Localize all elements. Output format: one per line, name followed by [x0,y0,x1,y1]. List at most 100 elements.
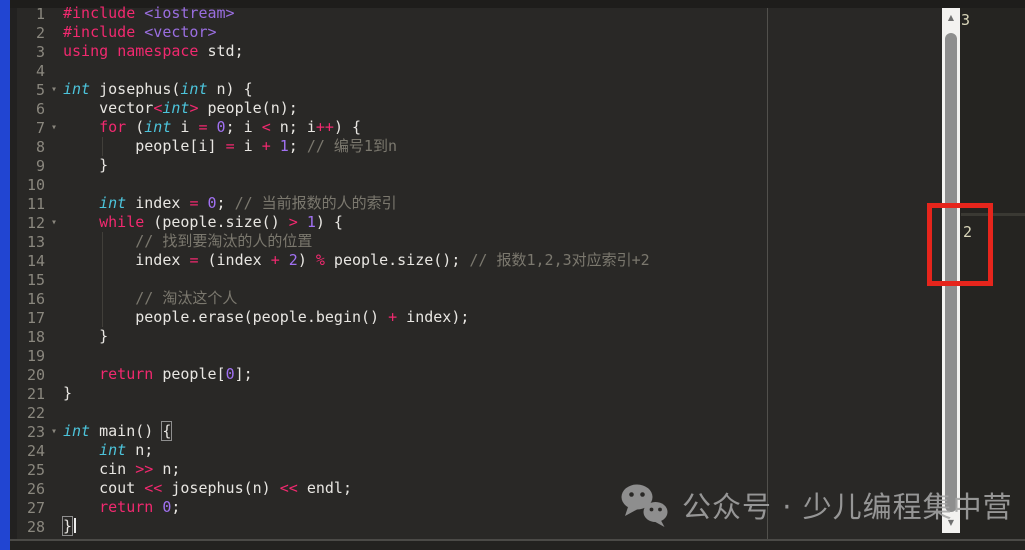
gutter: 1 2 3 4 5 ▾ 6 7 ▾ 8 9 10 11 12 ▾ 13 14 15 16 17 18 19 20 21 22 23… [17,4,63,536]
code-token: people.erase(people.begin() [63,308,389,326]
code-line[interactable] [63,270,650,289]
gutter-row: 8 [17,137,63,156]
code-line[interactable]: return 0; [63,498,650,517]
code-line[interactable]: int n; [63,441,650,460]
code-token: 2 [288,251,298,269]
code-line[interactable] [63,61,650,80]
code-line[interactable]: people.erase(people.begin() + index); [63,308,650,327]
gutter-row: 12 ▾ [17,213,63,232]
code-token: vector [63,99,154,117]
code-token: (people.size() [144,213,289,231]
line-number: 1 [35,4,45,23]
code-token: main() [90,422,163,440]
code-line[interactable] [63,346,650,365]
line-number: 17 [26,308,45,327]
code-area[interactable]: #include <iostream> #include <vector> usin… [61,4,650,536]
fold-arrow-icon[interactable]: ▾ [45,80,63,99]
code-token: cin [63,460,136,478]
code-line[interactable]: } [61,516,650,536]
line-number: 23 [26,422,45,441]
gutter-row: 25 [17,460,63,479]
code-token: n; [153,460,181,478]
code-line[interactable]: // 找到要淘汰的人的位置 [63,232,650,251]
gutter-row: 1 [17,4,63,23]
code-line[interactable]: people[i] = i + 1; // 编号1到n [63,137,650,156]
code-line[interactable]: index = (index + 2) % people.size(); // … [63,251,650,270]
gutter-row: 23 ▾ [17,422,63,441]
fold-arrow-icon[interactable]: ▾ [45,118,63,137]
code-token: > [288,213,298,231]
code-token: + [270,251,280,269]
gutter-row: 18 [17,327,63,346]
code-line[interactable] [63,175,650,194]
code-token: >> [135,460,154,478]
gutter-row: 16 [17,289,63,308]
line-number: 7 [35,118,45,137]
code-token: <vector> [144,23,217,41]
line-number: 14 [26,251,45,270]
scroll-up-arrow-icon[interactable]: ▲ [942,10,960,26]
line-number: 4 [35,61,45,80]
code-token: josephus( [90,80,181,98]
code-line[interactable]: #include <vector> [63,23,650,42]
code-token: } [63,384,73,402]
gutter-row: 21 [17,384,63,403]
line-number: 16 [26,289,45,308]
fold-arrow-icon[interactable]: ▾ [45,422,63,441]
gutter-row: 22 [17,403,63,422]
code-token: (index [198,251,271,269]
code-token: n; i [270,118,316,136]
code-line[interactable]: } [63,384,650,403]
gutter-row: 6 [17,99,63,118]
code-line[interactable]: cout << josephus(n) << endl; [63,479,650,498]
code-line[interactable]: int josephus(int n) { [63,80,650,99]
code-token: josephus(n) [162,479,280,497]
code-token: // 编号1到n [306,137,397,155]
code-token: using [63,42,109,60]
code-line[interactable]: for (int i = 0; i < n; i++) { [63,118,650,137]
code-line[interactable]: // 淘汰这个人 [63,289,650,308]
matched-bracket: } [61,516,74,536]
code-token: return [99,365,154,383]
code-token: ) { [315,213,343,231]
line-number: 13 [26,232,45,251]
window-left-edge [0,0,10,550]
code-line[interactable]: return people[0]; [63,365,650,384]
code-token: index [63,251,190,269]
code-token: // 报数1,2,3对应索引+2 [469,251,650,269]
code-line[interactable]: while (people.size() > 1) { [63,213,650,232]
code-token: ( [126,118,145,136]
line-number: 20 [26,365,45,384]
code-line[interactable]: } [63,156,650,175]
code-token: < [153,99,163,117]
code-editor-window: 1 2 3 4 5 ▾ 6 7 ▾ 8 9 10 11 12 ▾ 13 14 15 16 17 18 19 20 21 22 23… [0,0,1025,550]
code-line[interactable]: vector<int> people(n); [63,99,650,118]
code-line[interactable]: #include <iostream> [63,4,650,23]
bottom-strip [10,541,1025,550]
code-token: int [63,80,91,98]
code-token: int [99,194,127,212]
column-ruler-line [767,8,768,540]
line-number: 5 [35,80,45,99]
code-token: int [162,99,190,117]
code-line[interactable]: cin >> n; [63,460,650,479]
gutter-row: 11 [17,194,63,213]
code-line[interactable] [63,403,650,422]
code-line[interactable]: int main() { [63,421,650,441]
code-line[interactable]: using namespace std; [63,42,650,61]
code-token: n; [126,441,154,459]
fold-arrow-icon[interactable]: ▾ [45,213,63,232]
code-line[interactable]: } [63,327,650,346]
code-line[interactable]: int index = 0; // 当前报数的人的索引 [63,194,650,213]
watermark: 公众号 · 少儿编程集中营 [618,482,1013,528]
